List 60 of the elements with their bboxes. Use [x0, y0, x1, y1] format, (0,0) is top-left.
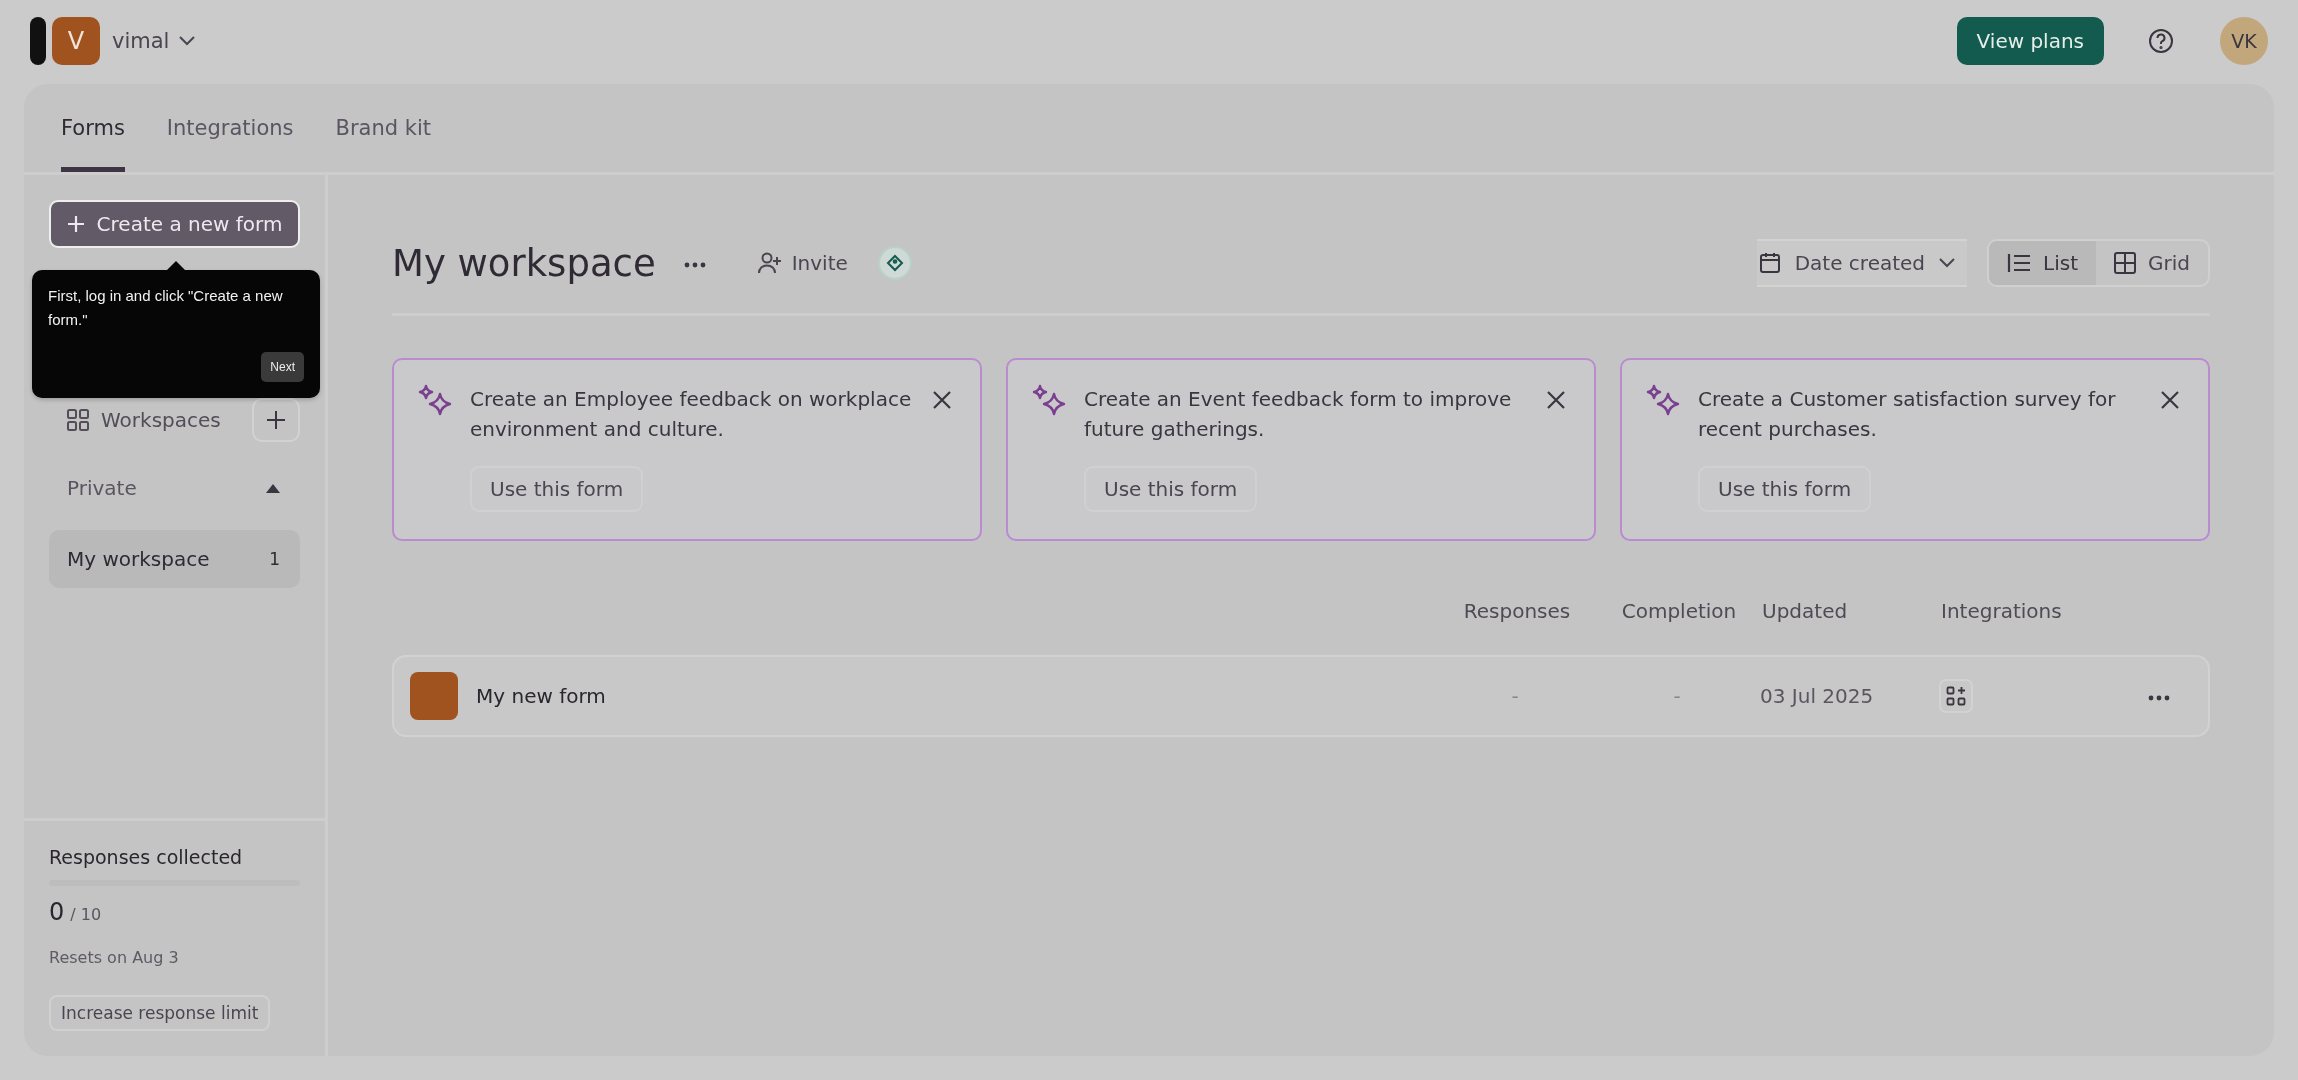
tab[interactable]: Integrations [166, 84, 294, 172]
add-integration-button[interactable] [1939, 679, 1973, 713]
workspace-title: My workspace [392, 241, 656, 285]
plus-icon [266, 410, 286, 430]
use-form-button[interactable]: Use this form [1084, 466, 1258, 512]
workspaces-label: Workspaces [101, 408, 222, 432]
user-avatar[interactable]: VK [2220, 17, 2268, 65]
more-icon [2148, 694, 2170, 701]
grid-icon [67, 409, 89, 431]
next-button[interactable]: Next [261, 352, 304, 382]
responses-cell-text: - [1510, 684, 1520, 708]
more-icon [683, 261, 706, 268]
close-icon [932, 390, 952, 410]
close-icon [2160, 390, 2180, 410]
add-user-icon [757, 252, 782, 274]
response-count: 0 [49, 898, 65, 926]
view-toggle[interactable]: Grid [2096, 241, 2208, 285]
column-header: Responses [1462, 599, 1572, 623]
close-icon [1546, 390, 1566, 410]
sort-dropdown[interactable]: Date created [1756, 239, 1968, 287]
suggestion-text: Create an Event feedback form to improve future gatherings. [1084, 386, 1513, 443]
form-row[interactable]: My new form - - 03 Jul 2025 [392, 655, 2210, 737]
list-icon [2007, 253, 2032, 273]
form-name: My new form [476, 684, 606, 708]
suggestion-text: Create a Customer satisfaction survey for recent purchases. [1698, 386, 2117, 443]
form-count: 1 [269, 549, 280, 569]
create-form-button[interactable]: Create a new form [49, 200, 300, 248]
invite-button[interactable]: Invite [751, 250, 854, 276]
use-form-button[interactable]: Use this form [470, 466, 644, 512]
suggestion-text: Create an Employee feedback on workplace environment and culture. [470, 386, 912, 443]
tab[interactable]: Forms [61, 84, 125, 172]
column-header: Updated [1762, 599, 1849, 623]
view-toggle[interactable]: List [1989, 241, 2096, 285]
private-section-toggle[interactable]: Private [49, 462, 300, 514]
calendar-icon [1758, 252, 1781, 274]
view-plans-button[interactable]: View plans [1956, 17, 2104, 65]
help-icon[interactable] [2148, 28, 2174, 54]
usage-title: Responses collected [49, 846, 243, 868]
grid-icon [2114, 252, 2136, 274]
tooltip-text: First, log in and click "Create a new form." [48, 286, 284, 330]
apps-plus-icon [1946, 686, 1966, 706]
increase-limit-button[interactable]: Increase response limit [49, 995, 271, 1031]
plus-icon [66, 215, 85, 233]
tag-icon[interactable] [877, 246, 912, 280]
form-thumbnail [410, 672, 458, 720]
sidebar-handle[interactable] [30, 17, 46, 65]
column-header: Integrations [1941, 599, 2063, 623]
completion-cell-text: - [1672, 684, 1682, 708]
chevron-down-icon [1939, 258, 1956, 268]
triangle-up-icon [266, 483, 280, 493]
use-form-button[interactable]: Use this form [1698, 466, 1872, 512]
workspace-item[interactable]: My workspace 1 [49, 530, 300, 588]
tab[interactable]: Brand kit [335, 84, 431, 172]
response-limit: / 10 [70, 905, 102, 924]
chevron-down-icon [179, 36, 196, 46]
reset-date: Resets on Aug 3 [49, 948, 180, 967]
workspace-logo: V [52, 17, 100, 65]
workspace-switcher[interactable]: vimal [112, 29, 196, 53]
column-header: Completion [1620, 599, 1738, 623]
updated-cell-text: 03 Jul 2025 [1760, 684, 1875, 708]
